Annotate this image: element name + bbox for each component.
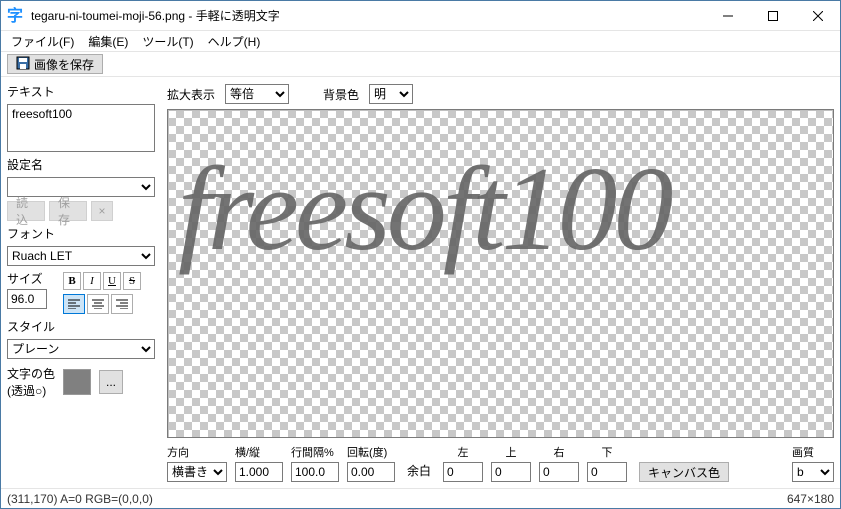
delete-setting-button[interactable]: × [91,201,113,221]
minimize-button[interactable] [705,1,750,30]
menubar: ファイル(F) 編集(E) ツール(T) ヘルプ(H) [1,31,840,51]
zoom-select[interactable]: 等倍 [225,84,289,104]
font-label: フォント [7,225,155,242]
svg-text:字: 字 [7,7,23,25]
textcolor-label1: 文字の色 [7,365,55,382]
ratio-label: 横/縦 [235,444,283,460]
margin-bottom-input[interactable] [587,462,627,482]
direction-select[interactable]: 横書き [167,462,227,482]
zoom-label: 拡大表示 [167,86,215,103]
align-right-button[interactable] [111,294,133,314]
menu-help[interactable]: ヘルプ(H) [202,31,267,52]
margin-bottom-label: 下 [587,444,627,460]
status-cursor-info: (311,170) A=0 RGB=(0,0,0) [7,492,153,506]
align-left-button[interactable] [63,294,85,314]
ratio-input[interactable] [235,462,283,482]
content-area: テキスト freesoft100 設定名 読込 保存 × フォント Ruach … [1,77,840,488]
margin-left-input[interactable] [443,462,483,482]
italic-button[interactable]: I [83,272,101,290]
text-input[interactable]: freesoft100 [7,104,155,152]
left-panel: テキスト freesoft100 設定名 読込 保存 × フォント Ruach … [1,77,161,488]
app-icon: 字 [7,7,25,25]
underline-button[interactable]: U [103,272,121,290]
canvas-color-button[interactable]: キャンバス色 [639,462,729,482]
window-title: tegaru-ni-toumei-moji-56.png - 手軽に透明文字 [31,7,705,24]
margin-left-label: 左 [443,444,483,460]
status-canvas-size: 647×180 [787,492,834,506]
margin-label: 余白 [407,462,431,479]
size-input[interactable] [7,289,47,309]
style-select[interactable]: プレーン [7,339,155,359]
style-label: スタイル [7,318,155,335]
margin-top-input[interactable] [491,462,531,482]
textcolor-label2: (透過○) [7,382,55,399]
statusbar: (311,170) A=0 RGB=(0,0,0) 647×180 [1,488,840,508]
save-setting-button[interactable]: 保存 [49,201,87,221]
rotation-input[interactable] [347,462,395,482]
floppy-icon [16,56,30,73]
margin-right-label: 右 [539,444,579,460]
load-setting-button[interactable]: 読込 [7,201,45,221]
margin-top-label: 上 [491,444,531,460]
size-label: サイズ [7,270,47,287]
bgcolor-select[interactable]: 明 [369,84,413,104]
margin-right-input[interactable] [539,462,579,482]
linegap-input[interactable] [291,462,339,482]
titlebar: 字 tegaru-ni-toumei-moji-56.png - 手軽に透明文字 [1,1,840,31]
bottom-controls: 方向 横書き 横/縦 行間隔% 回転(度) 余白 左 [167,442,834,482]
linegap-label: 行間隔% [291,444,339,460]
maximize-button[interactable] [750,1,795,30]
canvas-toolbar: 拡大表示 等倍 背景色 明 [167,83,834,105]
bgcolor-label: 背景色 [323,86,359,103]
app-window: 字 tegaru-ni-toumei-moji-56.png - 手軽に透明文字… [0,0,841,509]
setting-label: 設定名 [7,156,155,173]
toolbar: 画像を保存 [1,51,840,77]
bold-button[interactable]: B [63,272,81,290]
menu-file[interactable]: ファイル(F) [5,31,80,52]
save-image-label: 画像を保存 [34,56,94,73]
rotation-label: 回転(度) [347,444,395,460]
menu-tool[interactable]: ツール(T) [136,31,199,52]
save-image-button[interactable]: 画像を保存 [7,54,103,74]
quality-label: 画質 [792,444,834,460]
direction-label: 方向 [167,444,227,460]
text-color-swatch[interactable] [63,369,91,395]
close-button[interactable] [795,1,840,30]
canvas-rendered-text: freesoft100 [178,140,670,278]
right-area: 拡大表示 等倍 背景色 明 freesoft100 方向 横書き 横/縦 [161,77,840,488]
text-label: テキスト [7,83,155,100]
align-center-button[interactable] [87,294,109,314]
strike-button[interactable]: S [123,272,141,290]
canvas[interactable]: freesoft100 [167,109,834,438]
quality-select[interactable]: b [792,462,834,482]
text-color-more-button[interactable]: ... [99,370,123,394]
menu-edit[interactable]: 編集(E) [82,31,134,52]
font-select[interactable]: Ruach LET [7,246,155,266]
